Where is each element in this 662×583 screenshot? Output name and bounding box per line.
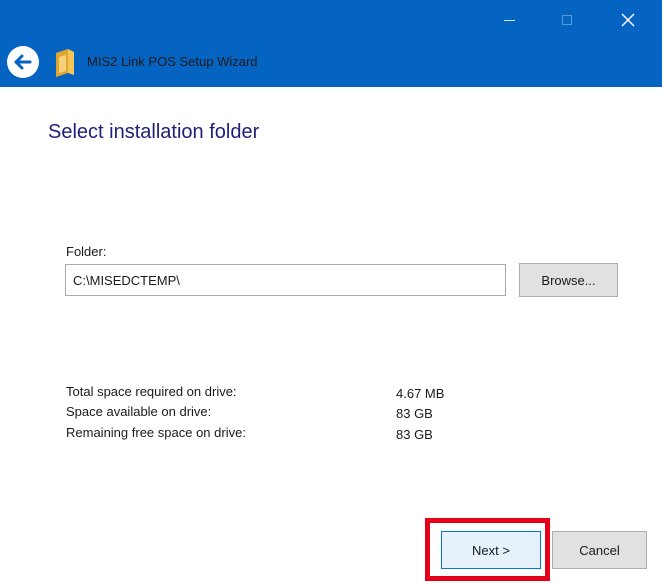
next-button[interactable]: Next > <box>441 531 541 569</box>
back-arrow-icon <box>14 54 32 70</box>
remaining-free-space-label: Remaining free space on drive: <box>66 425 246 440</box>
maximize-icon <box>562 15 572 25</box>
close-button[interactable] <box>605 0 651 40</box>
space-available-label: Space available on drive: <box>66 404 212 419</box>
minimize-button[interactable] <box>486 0 532 40</box>
window-title: MIS2 Link POS Setup Wizard <box>87 54 258 69</box>
folder-label: Folder: <box>66 244 107 259</box>
maximize-button[interactable] <box>544 0 590 40</box>
browse-button[interactable]: Browse... <box>519 263 618 297</box>
close-icon <box>621 13 635 27</box>
back-button[interactable] <box>7 46 39 78</box>
cancel-button[interactable]: Cancel <box>552 531 647 569</box>
title-bar: MIS2 Link POS Setup Wizard <box>0 0 662 87</box>
total-space-required-value: 4.67 MB <box>396 386 445 401</box>
setup-wizard-window: MIS2 Link POS Setup Wizard Select instal… <box>0 0 662 583</box>
remaining-free-space-value: 83 GB <box>396 427 433 442</box>
space-available-value: 83 GB <box>396 406 433 421</box>
folder-path-input[interactable] <box>65 264 506 296</box>
minimize-icon <box>503 19 515 21</box>
page-heading: Select installation folder <box>48 121 260 143</box>
total-space-required-label: Total space required on drive: <box>66 384 237 399</box>
folder-icon <box>56 49 74 77</box>
